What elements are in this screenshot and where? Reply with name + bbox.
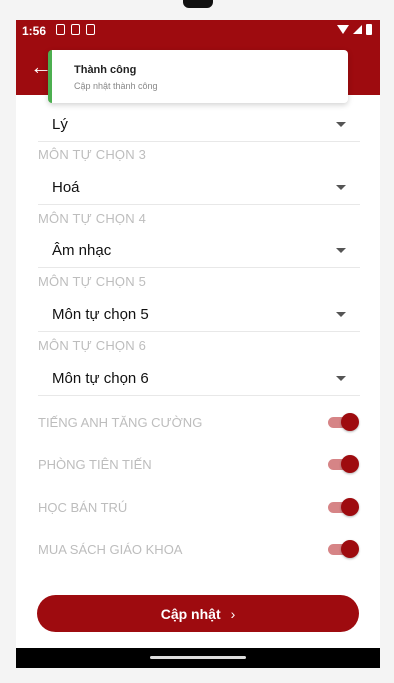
elective-subject-6-select[interactable]: Môn tự chọn 6: [38, 360, 360, 396]
status-time: 1:56: [22, 24, 47, 38]
sd-card-icon: [86, 24, 95, 35]
wifi-icon: [337, 25, 349, 34]
select-value: Âm nhạc: [52, 242, 112, 259]
toast-message: Cập nhật thành công: [74, 81, 158, 91]
status-system-icons: [337, 24, 372, 35]
chevron-right-icon: ›: [230, 605, 236, 622]
toggle-label: TIẾNG ANH TĂNG CƯỜNG: [38, 415, 203, 430]
update-button[interactable]: Cập nhật ›: [37, 595, 359, 632]
field-label: MÔN TỰ CHỌN 3: [38, 147, 147, 162]
select-value: Hoá: [52, 179, 80, 196]
device-frame: [0, 0, 394, 20]
select-value: Môn tự chọn 5: [52, 306, 149, 323]
toggle-label: MUA SÁCH GIÁO KHOA: [38, 542, 183, 557]
dropdown-arrow-icon: [336, 248, 346, 253]
success-toast: Thành công Cập nhật thành công: [48, 50, 348, 103]
signal-icon: [353, 25, 362, 34]
boarding-toggle[interactable]: [328, 498, 359, 516]
toggle-thumb: [341, 455, 359, 473]
dropdown-arrow-icon: [336, 376, 346, 381]
toggle-thumb: [341, 498, 359, 516]
dropdown-arrow-icon: [336, 185, 346, 190]
select-value: Lý: [52, 116, 68, 133]
dropdown-arrow-icon: [336, 312, 346, 317]
elective-subject-4-select[interactable]: Âm nhạc: [38, 232, 360, 268]
field-label: MÔN TỰ CHỌN 5: [38, 274, 147, 289]
camera-notch: [183, 0, 213, 8]
toggle-label: PHÒNG TIÊN TIẾN: [38, 457, 152, 472]
buy-textbooks-toggle[interactable]: [328, 540, 359, 558]
status-bar: 1:56: [16, 20, 380, 42]
enhanced-english-toggle[interactable]: [328, 413, 359, 431]
toggle-thumb: [341, 413, 359, 431]
status-notification-icons: [56, 24, 95, 35]
toggle-thumb: [341, 540, 359, 558]
update-button-label: Cập nhật: [160, 605, 221, 622]
field-label: MÔN TỰ CHỌN 6: [38, 338, 147, 353]
elective-subject-2-select[interactable]: Lý: [38, 106, 360, 142]
phone-screen: 1:56 ← Thành công Cập nhật thành công Lý…: [16, 20, 380, 668]
toggle-label: HỌC BÁN TRÚ: [38, 500, 128, 515]
select-value: Môn tự chọn 6: [52, 370, 149, 387]
shield-icon: [56, 24, 65, 35]
battery-icon: [366, 24, 372, 35]
dropdown-arrow-icon: [336, 122, 346, 127]
advanced-class-toggle[interactable]: [328, 455, 359, 473]
app-icon: [71, 24, 80, 35]
field-label: MÔN TỰ CHỌN 4: [38, 211, 147, 226]
elective-subject-5-select[interactable]: Môn tự chọn 5: [38, 296, 360, 332]
home-gesture-pill[interactable]: [150, 656, 246, 659]
elective-subject-3-select[interactable]: Hoá: [38, 169, 360, 205]
system-nav-bar: [16, 648, 380, 668]
toast-title: Thành công: [74, 64, 137, 76]
